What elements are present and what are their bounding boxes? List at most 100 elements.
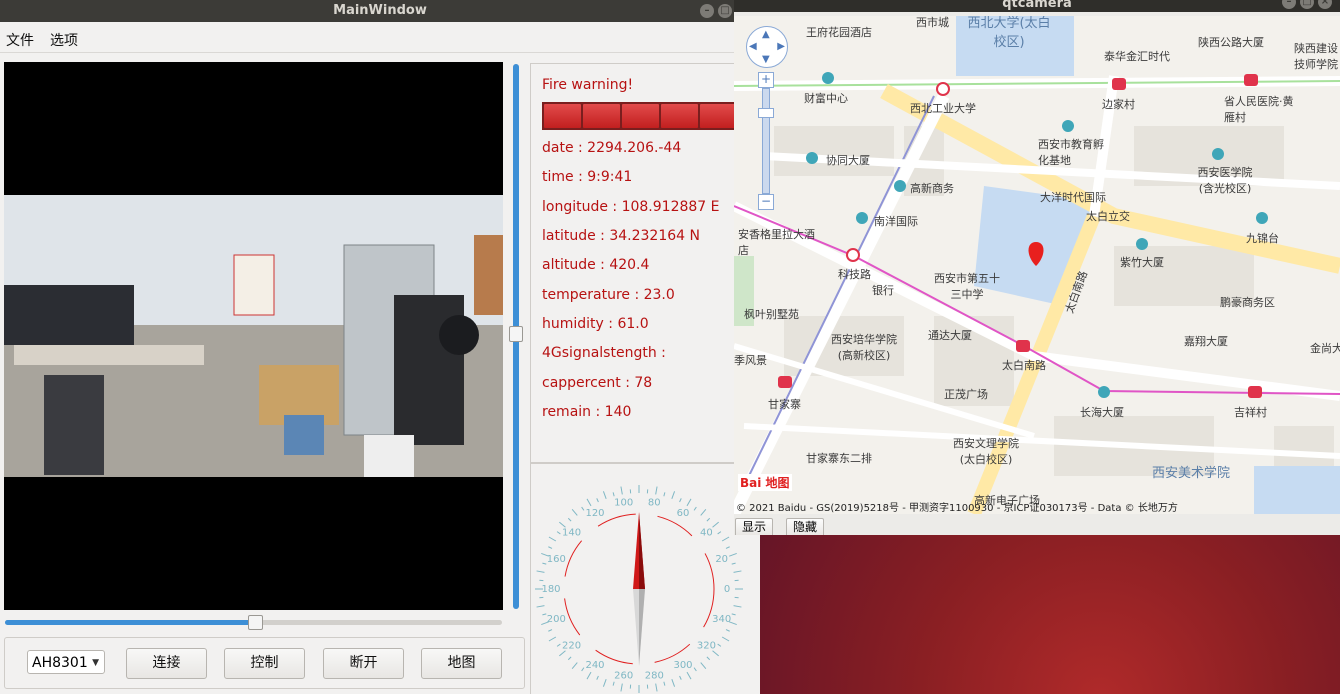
map-label: 南洋国际	[874, 215, 918, 228]
menubar: 文件 选项	[0, 24, 760, 53]
compass-tick	[733, 605, 742, 608]
compass-tick-label: 0	[724, 584, 730, 595]
compass-tick	[663, 492, 666, 497]
info-latitude: latitude : 34.232164 N	[542, 228, 700, 244]
poi-icon	[1256, 212, 1268, 224]
compass-tick	[717, 643, 722, 647]
metro-icon	[1016, 340, 1030, 352]
close-icon[interactable]: ×	[1318, 0, 1332, 9]
compass-tick-label: 180	[541, 584, 560, 595]
map-label: 银行	[872, 284, 894, 297]
baidu-map[interactable]: ▲ ▼ ◀ ▶ + − 王府花园酒店 西市城 西北大学(太白校区) 泰华金汇时代…	[734, 16, 1340, 514]
zoom-slider[interactable]: + −	[758, 72, 774, 212]
compass-tick	[596, 498, 599, 503]
compass-tick	[693, 667, 697, 672]
compass-tick-label: 220	[562, 641, 581, 652]
compass-tick-label: 340	[712, 614, 731, 625]
menu-options[interactable]: 选项	[50, 30, 78, 50]
compass-tick	[721, 636, 730, 642]
main-titlebar[interactable]: MainWindow – □	[0, 0, 760, 22]
compass-tick-label: 80	[648, 497, 661, 508]
minimize-icon[interactable]: –	[1282, 0, 1296, 9]
pan-control-icon[interactable]: ▲ ▼ ◀ ▶	[746, 26, 788, 68]
compass-tick	[686, 671, 692, 680]
map-label: 鹏豪商务区	[1220, 296, 1275, 309]
compass-tick	[620, 683, 623, 692]
horizontal-slider-handle[interactable]	[248, 615, 263, 630]
hide-button[interactable]: 隐藏	[786, 518, 825, 535]
show-button[interactable]: 显示	[735, 518, 774, 535]
compass-tick	[556, 643, 561, 647]
map-label: 金尚大	[1310, 342, 1340, 355]
menu-file[interactable]: 文件	[6, 30, 34, 50]
compass-tick-label: 280	[645, 671, 664, 682]
compass-tick	[731, 613, 736, 616]
fire-warning-label: Fire warning!	[542, 77, 634, 93]
zoom-in-icon[interactable]: +	[758, 72, 774, 88]
map-label: 省人民医院·黄雁村	[1224, 95, 1294, 124]
map-label: 通达大厦	[928, 329, 972, 342]
device-select[interactable]: AH8301 ▼	[27, 650, 105, 674]
compass-tick	[571, 662, 578, 669]
disconnect-button[interactable]: 断开	[323, 648, 404, 679]
compass-tick	[542, 562, 547, 565]
map-button[interactable]: 地图	[421, 648, 502, 679]
info-altitude: altitude : 420.4	[542, 257, 650, 273]
compass-tick-label: 120	[585, 508, 604, 519]
map-label: 西北工业大学	[910, 102, 976, 115]
zoom-out-icon[interactable]: −	[758, 194, 774, 210]
compass-tick	[536, 570, 545, 573]
device-select-value: AH8301	[32, 655, 88, 671]
metro-icon	[1244, 74, 1258, 86]
compass-tick	[536, 605, 545, 608]
connect-button[interactable]: 连接	[126, 648, 207, 679]
map-label: 西安美术学院	[1152, 466, 1231, 481]
main-window: MainWindow – □ 文件 选项 AH8301 ▼ 连接 控制 断开 地…	[0, 0, 760, 694]
map-label: 西安培华学院(高新校区)	[831, 333, 897, 362]
compass-tick	[706, 517, 711, 522]
compass-tick	[602, 491, 607, 499]
metro-icon	[1112, 78, 1126, 90]
compass-tick	[612, 681, 615, 686]
compass-panel: 0 20 40 60 80 100 120 140 160 180 200 220 240 260 280 3…	[530, 463, 760, 694]
compass-tick	[731, 562, 736, 565]
map-label: 长海大厦	[1080, 406, 1124, 419]
compass-tick-label: 200	[547, 614, 566, 625]
compass-tick	[663, 681, 666, 686]
control-button[interactable]: 控制	[224, 648, 305, 679]
main-window-title: MainWindow	[333, 3, 427, 18]
map-label: 陕西公路大厦	[1198, 36, 1264, 49]
horizontal-slider-fill	[5, 620, 254, 625]
poi-icon	[806, 152, 818, 164]
compass-tick	[655, 486, 658, 495]
compass-tick	[548, 629, 553, 632]
vertical-slider-handle[interactable]	[509, 326, 523, 342]
baidu-logo[interactable]: Bai 地图	[738, 474, 792, 491]
metro-station-icon	[846, 248, 860, 262]
sensor-info-panel: Fire warning! date : 2294.206.-44 time :…	[530, 63, 760, 463]
map-label: 财富中心	[804, 92, 848, 105]
compass-tick-label: 140	[562, 527, 581, 538]
map-label: 季风景	[734, 354, 767, 367]
poi-icon	[856, 212, 868, 224]
poi-icon	[1062, 120, 1074, 132]
compass-tick	[542, 613, 547, 616]
maximize-icon[interactable]: □	[718, 4, 732, 18]
map-label: 协同大厦	[826, 154, 870, 167]
compass-tick-label: 60	[677, 508, 690, 519]
vertical-slider[interactable]	[509, 64, 523, 609]
map-label: 西安文理学院(太白校区)	[953, 437, 1019, 466]
info-longitude: longitude : 108.912887 E	[542, 199, 720, 215]
horizontal-slider[interactable]	[5, 615, 502, 630]
compass-tick	[567, 517, 572, 522]
minimize-icon[interactable]: –	[700, 4, 714, 18]
compass-tick	[581, 506, 585, 511]
map-label: 边家村	[1102, 98, 1135, 111]
compass-tick	[721, 536, 730, 542]
compass-tick-label: 260	[614, 671, 633, 682]
map-label: 西北大学(太白校区)	[967, 16, 1051, 50]
compass-tick	[725, 629, 730, 632]
maximize-icon[interactable]: □	[1300, 0, 1314, 9]
camera-titlebar[interactable]: qtcamera – □ ×	[734, 0, 1340, 12]
map-label: 太白南路	[1002, 359, 1046, 372]
